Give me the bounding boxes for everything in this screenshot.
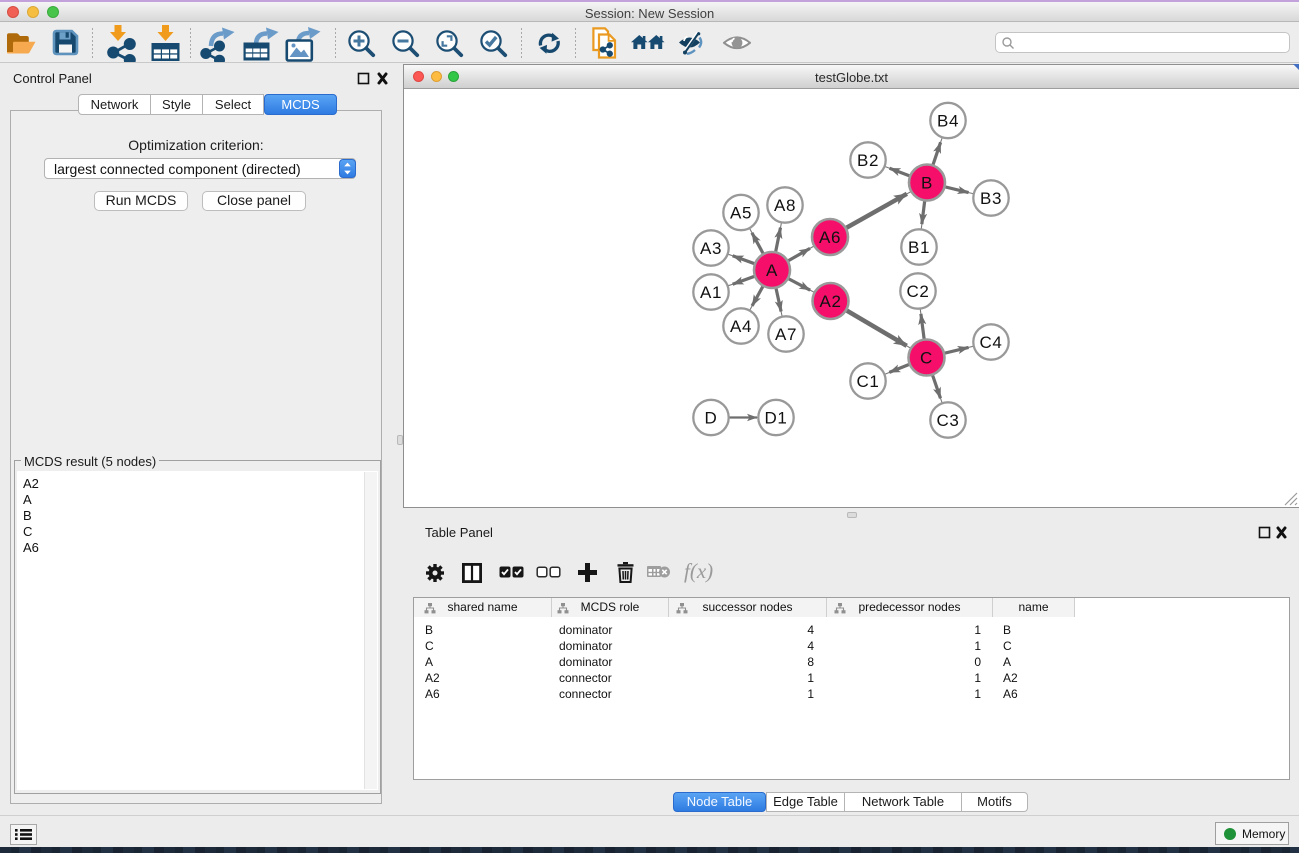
svg-text:B2: B2 — [857, 151, 879, 170]
svg-text:D: D — [705, 409, 718, 428]
svg-text:C: C — [920, 349, 933, 368]
svg-text:A1: A1 — [700, 283, 722, 302]
svg-text:C1: C1 — [857, 372, 880, 391]
svg-text:A4: A4 — [730, 317, 752, 336]
svg-text:A7: A7 — [775, 325, 797, 344]
svg-text:D1: D1 — [765, 409, 788, 428]
svg-text:A2: A2 — [820, 292, 842, 311]
svg-text:A6: A6 — [819, 228, 841, 247]
svg-text:A8: A8 — [774, 196, 796, 215]
svg-text:C3: C3 — [937, 411, 960, 430]
svg-text:B1: B1 — [908, 238, 930, 257]
svg-text:B4: B4 — [937, 112, 959, 131]
svg-text:B3: B3 — [980, 189, 1002, 208]
svg-text:A3: A3 — [700, 239, 722, 258]
svg-text:C2: C2 — [907, 282, 930, 301]
svg-text:A: A — [766, 261, 778, 280]
svg-text:B: B — [921, 174, 933, 193]
svg-text:A5: A5 — [730, 204, 752, 223]
svg-text:C4: C4 — [980, 333, 1003, 352]
